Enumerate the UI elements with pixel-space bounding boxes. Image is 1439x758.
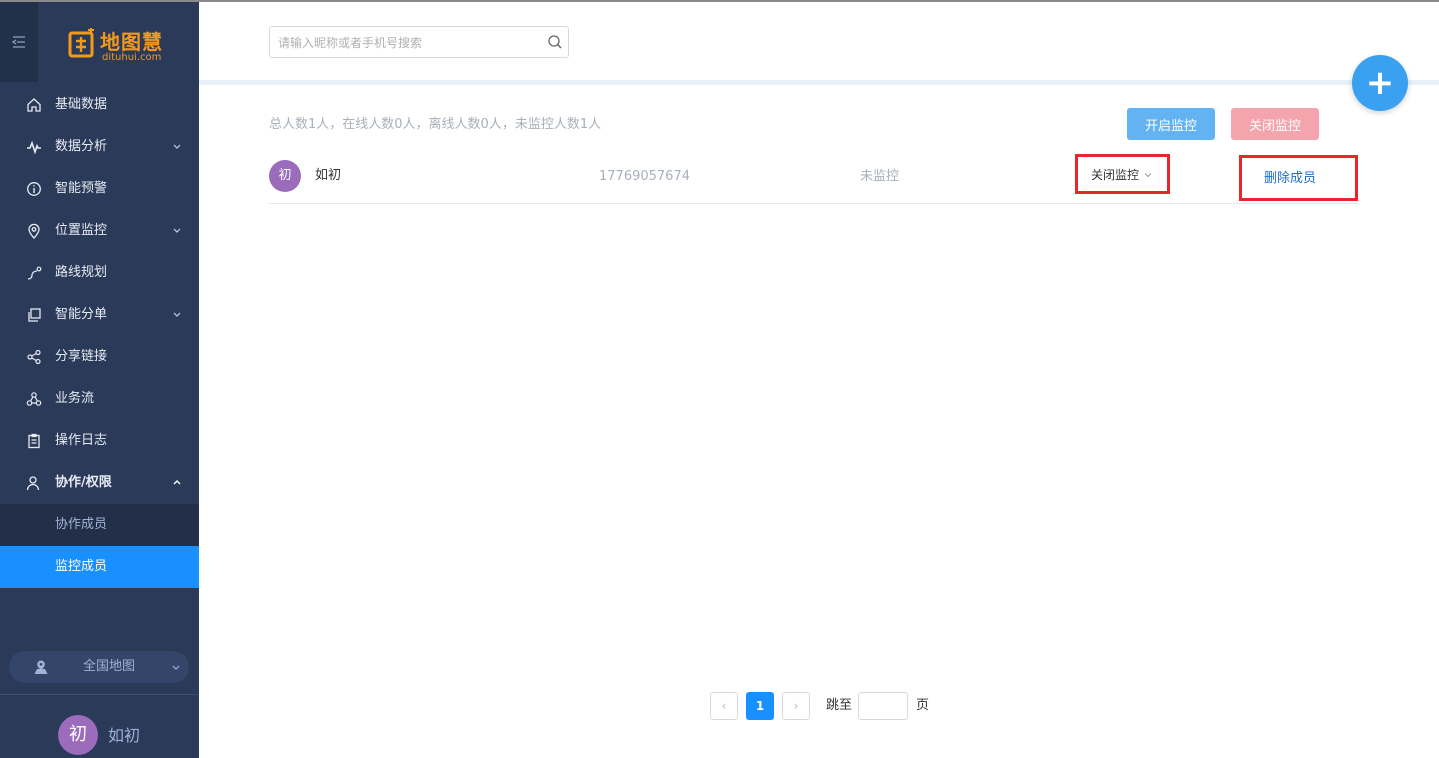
member-phone: 17769057674 [599, 169, 690, 184]
search-box [269, 26, 569, 58]
logo-title: 地图慧 [100, 30, 163, 54]
page-number-current[interactable]: 1 [746, 692, 774, 720]
user-icon [26, 476, 40, 491]
sidebar-item-label: 基础数据 [55, 97, 108, 112]
location-pin-icon [28, 223, 40, 239]
copy-icon [28, 308, 41, 322]
plus-icon: + [1365, 63, 1395, 103]
pagination: ‹ 1 › 跳至 页 [710, 692, 950, 720]
sidebar-item-monitored-members[interactable]: 监控成员 [0, 546, 199, 588]
map-pin-icon [34, 660, 48, 674]
member-name: 如初 [315, 168, 342, 183]
chevron-down-icon [173, 228, 181, 233]
add-member-button[interactable]: + [1352, 55, 1408, 111]
sidebar-item-label: 协作成员 [55, 517, 108, 532]
sidebar-item-label: 监控成员 [55, 559, 108, 574]
member-status: 未监控 [860, 169, 900, 184]
chevron-down-icon [172, 665, 180, 670]
monitor-action-dropdown[interactable]: 关闭监控 [1075, 154, 1170, 194]
page-suffix: 页 [916, 698, 930, 713]
sidebar-item-label: 分享链接 [55, 349, 108, 364]
logo[interactable]: 地图慧 dituhui.com [68, 24, 178, 68]
member-summary: 总人数1人，在线人数0人，离线人数0人，未监控人数1人 [269, 117, 602, 132]
sidebar-item-location-monitor[interactable]: 位置监控 [0, 210, 199, 252]
share-icon [27, 349, 41, 365]
sidebar-item-data-analysis[interactable]: 数据分析 [0, 126, 199, 168]
info-circle-icon [27, 182, 41, 196]
current-user[interactable]: 初 如初 [58, 715, 198, 755]
workflow-icon [26, 392, 42, 406]
sidebar-menu: 基础数据 数据分析 智能预警 位置监控 路线规划 智能分单 分享链接 业务流 操… [0, 84, 199, 588]
start-monitoring-button[interactable]: 开启监控 [1127, 108, 1215, 140]
sidebar-item-collaboration[interactable]: 协作/权限 [0, 462, 199, 504]
logo-subtitle: dituhui.com [102, 52, 162, 63]
sidebar-item-label: 业务流 [55, 391, 95, 406]
sidebar-item-label: 操作日志 [55, 433, 108, 448]
sidebar-item-label: 智能预警 [55, 181, 108, 196]
sidebar: 地图慧 dituhui.com 基础数据 数据分析 智能预警 位置监控 路线规划… [0, 2, 199, 758]
menu-fold-icon [12, 36, 25, 48]
delete-member-button[interactable]: 删除成员 [1239, 155, 1358, 201]
sidebar-item-smart-dispatch[interactable]: 智能分单 [0, 294, 199, 336]
header-divider [199, 80, 1439, 85]
region-map-select[interactable]: 全国地图 [9, 651, 189, 683]
clipboard-icon [28, 433, 40, 449]
route-icon [27, 266, 42, 280]
sidebar-item-operation-log[interactable]: 操作日志 [0, 420, 199, 462]
delete-member-label: 删除成员 [1264, 171, 1317, 186]
dropdown-label: 关闭监控 [1091, 168, 1140, 182]
sidebar-item-label: 位置监控 [55, 223, 108, 238]
sidebar-item-smart-alert[interactable]: 智能预警 [0, 168, 199, 210]
jump-page-input[interactable] [858, 692, 908, 720]
avatar: 初 [58, 715, 98, 755]
chevron-down-icon [1144, 173, 1152, 178]
sidebar-divider [0, 694, 199, 695]
jump-label: 跳至 [826, 698, 853, 713]
trend-icon [27, 140, 41, 155]
logo-mark-icon [68, 28, 94, 58]
stop-monitoring-button[interactable]: 关闭监控 [1231, 108, 1319, 140]
region-label: 全国地图 [83, 659, 136, 674]
search-icon[interactable] [547, 34, 563, 50]
top-border [0, 0, 1439, 2]
sidebar-item-label: 协作/权限 [55, 475, 112, 490]
sidebar-item-workflow[interactable]: 业务流 [0, 378, 199, 420]
avatar: 初 [269, 160, 301, 192]
table-row: 初 如初 17769057674 未监控 关闭监控 删除成员 [269, 154, 1359, 204]
sidebar-item-share-link[interactable]: 分享链接 [0, 336, 199, 378]
sidebar-header: 地图慧 dituhui.com [0, 2, 199, 82]
sidebar-item-collaborators[interactable]: 协作成员 [0, 504, 199, 546]
sidebar-item-label: 智能分单 [55, 307, 108, 322]
collapse-sidebar-button[interactable] [0, 2, 38, 82]
sidebar-item-route-planning[interactable]: 路线规划 [0, 252, 199, 294]
sidebar-item-label: 数据分析 [55, 139, 108, 154]
collaboration-submenu: 协作成员 监控成员 [0, 504, 199, 588]
search-input[interactable] [276, 31, 540, 55]
sidebar-item-label: 路线规划 [55, 265, 108, 280]
chevron-down-icon [173, 312, 181, 317]
user-name: 如初 [108, 726, 141, 745]
home-icon [27, 98, 41, 112]
sidebar-item-basic-data[interactable]: 基础数据 [0, 84, 199, 126]
chevron-down-icon [173, 144, 181, 149]
chevron-up-icon [173, 480, 181, 485]
next-page-button[interactable]: › [782, 692, 810, 720]
prev-page-button[interactable]: ‹ [710, 692, 738, 720]
